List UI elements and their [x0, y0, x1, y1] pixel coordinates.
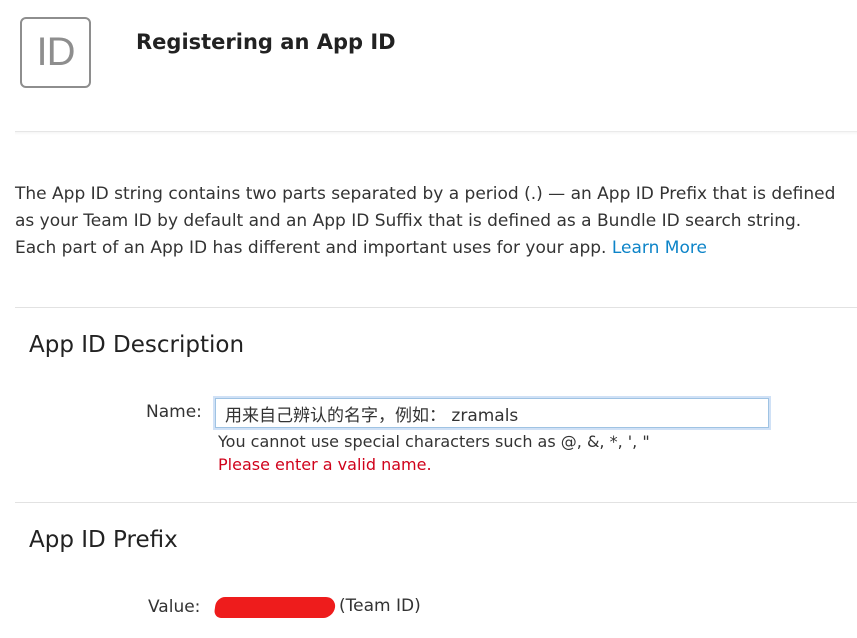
app-id-description-heading: App ID Description: [29, 332, 245, 358]
name-input[interactable]: [215, 398, 769, 428]
name-hint: You cannot use special characters such a…: [218, 432, 650, 451]
team-id-suffix: (Team ID): [339, 596, 421, 616]
name-label: Name:: [146, 402, 202, 422]
intro-paragraph: The App ID string contains two parts sep…: [15, 181, 845, 262]
intro-text: The App ID string contains two parts sep…: [15, 184, 836, 258]
name-error-message: Please enter a valid name.: [218, 455, 432, 474]
redacted-team-id: [213, 597, 337, 618]
app-id-prefix-heading: App ID Prefix: [29, 527, 178, 553]
page-title: Registering an App ID: [136, 30, 396, 54]
learn-more-link[interactable]: Learn More: [612, 238, 707, 258]
app-id-icon: ID: [20, 17, 91, 88]
section-divider: [15, 502, 857, 503]
section-divider: [15, 307, 857, 308]
page-header: ID Registering an App ID: [0, 0, 857, 135]
value-label: Value:: [148, 597, 201, 617]
header-divider-shadow: [15, 132, 857, 135]
